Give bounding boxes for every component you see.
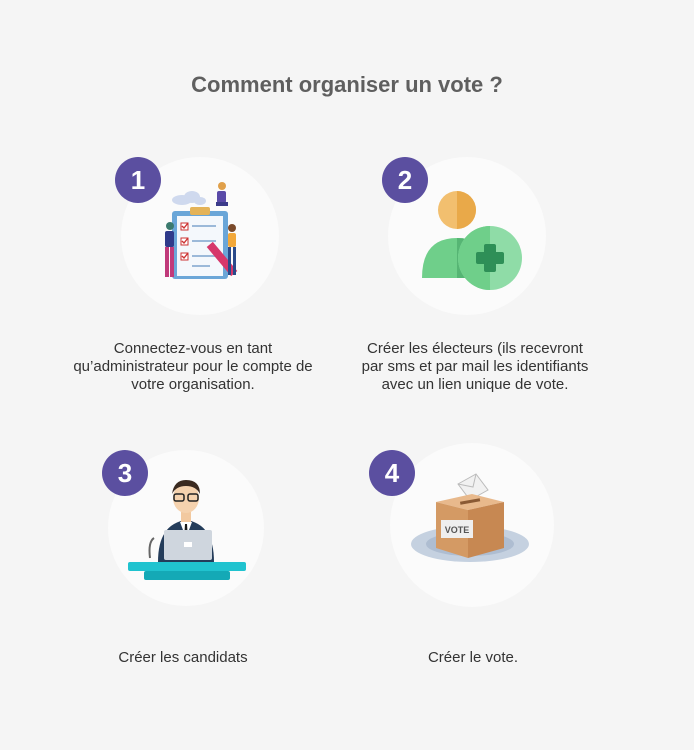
step-number-badge-4: 4 <box>369 450 415 496</box>
step-4-description: Créer le vote. <box>427 649 519 666</box>
ballot-box-icon: VOTE <box>411 473 529 562</box>
add-user-icon <box>422 191 522 290</box>
step-1-description: Connectez-vous en tant qu’administrateur… <box>73 340 313 393</box>
page-title: Comment organiser un vote ? <box>191 72 503 97</box>
step-3-description: Créer les candidats <box>118 649 248 666</box>
step-number-badge-2: 2 <box>382 157 428 203</box>
step-number-badge-1: 1 <box>115 157 161 203</box>
ballot-box-label: VOTE <box>445 525 470 535</box>
step-2-description: Créer les électeurs (ils recevront par s… <box>361 340 589 393</box>
checklist-illustration <box>165 182 238 279</box>
candidate-at-podium-illustration <box>128 480 246 580</box>
step-number-badge-3: 3 <box>102 450 148 496</box>
